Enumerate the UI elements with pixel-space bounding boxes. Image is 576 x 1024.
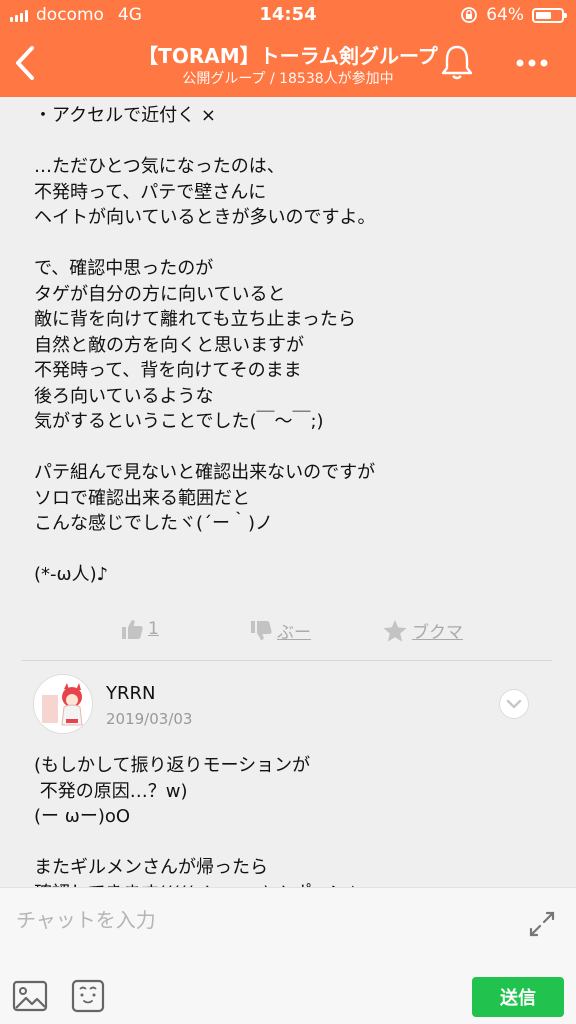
like-button[interactable]: 1 [120,618,159,640]
app-header: docomo 4G 14:54 64% 【TORAM】トーラム剣グループ 公開グ… [0,0,576,97]
chat-input[interactable] [16,900,506,940]
boo-label: ぶー [277,623,311,643]
like-count: 1 [148,619,159,639]
thumbs-down-icon [251,620,272,640]
thumbs-up-icon [122,620,143,639]
sticker-icon[interactable] [70,978,106,1014]
more-options-icon[interactable] [512,48,552,78]
bell-icon[interactable] [437,42,477,82]
boo-button[interactable]: ぶー [249,618,311,643]
star-icon [383,619,407,642]
reply-date: 2019/03/03 [106,710,193,728]
bookmark-label: ブクマ [412,623,463,643]
reply-body: (もしかして振り返りモーションが 不発の原因…？w) (ー ωー)oO またギル… [34,755,358,887]
bookmark-button[interactable]: ブクマ [382,618,463,643]
image-icon[interactable] [11,979,49,1013]
chevron-down-icon [506,699,522,709]
rotation-lock-icon [461,7,478,23]
send-button[interactable]: 送信 [472,977,564,1017]
chat-input-bar: 送信 [0,887,576,1024]
post-body: ・アクセルで近付く × …ただひとつ気になったのは、 不発時って、パテで壁さんに… [34,105,376,585]
post-divider [22,660,552,661]
group-title: 【TORAM】トーラム剣グループ [138,44,438,68]
expand-icon[interactable] [526,908,558,940]
reply-menu-button[interactable] [499,689,529,719]
avatar[interactable] [33,674,93,734]
group-subtitle: 公開グループ / 18538人が参加中 [182,71,394,87]
thread-content[interactable]: ・アクセルで近付く × …ただひとつ気になったのは、 不発時って、パテで壁さんに… [0,97,576,887]
status-bar: docomo 4G 14:54 64% [0,0,576,30]
reply-username[interactable]: YRRN [106,683,155,704]
battery-percent: 64% [486,5,524,25]
user-avatar-image [34,675,92,733]
battery-icon [532,7,567,23]
post-reactions: 1 ぶー ブクマ [0,618,576,648]
